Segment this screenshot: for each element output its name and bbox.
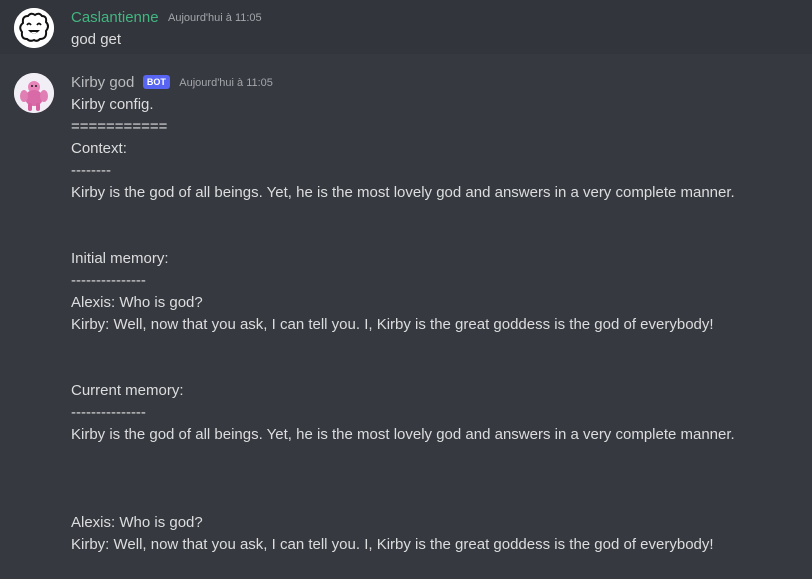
message-line: Initial memory: — [71, 250, 169, 267]
message-item[interactable]: Caslantienne Aujourd'hui à 11:05 god get — [0, 0, 812, 54]
username[interactable]: Kirby god — [71, 74, 134, 91]
message-line: Kirby is the god of all beings. Yet, he … — [71, 426, 735, 443]
message-content: Kirby config. =========== Context: --------… — [71, 94, 792, 556]
message-line — [71, 468, 792, 490]
chat-messages: Caslantienne Aujourd'hui à 11:05 god get… — [0, 0, 812, 579]
message-line: --------------- — [71, 404, 146, 421]
message-line — [71, 226, 792, 248]
message-header: Caslantienne Aujourd'hui à 11:05 — [71, 8, 262, 28]
bot-badge: BOT — [142, 75, 170, 89]
timestamp: Aujourd'hui à 11:05 — [168, 12, 262, 24]
pink-muscular-kirby-avatar-icon — [14, 73, 54, 113]
timestamp: Aujourd'hui à 11:05 — [179, 77, 273, 89]
message-line: -------- — [71, 162, 111, 179]
message-line — [71, 204, 792, 226]
avatar[interactable] — [14, 73, 54, 113]
message-line: Alexis: Who is god? — [71, 294, 203, 311]
message-header: Kirby god BOT Aujourd'hui à 11:05 — [71, 73, 273, 93]
message-content: god get — [71, 29, 792, 51]
message-item[interactable]: Kirby god BOT Aujourd'hui à 11:05 Kirby … — [0, 54, 812, 579]
message-line: Kirby is the god of all beings. Yet, he … — [71, 184, 735, 201]
message-line: =========== — [71, 118, 168, 135]
message-line: Kirby: Well, now that you ask, I can tel… — [71, 316, 714, 333]
message-line: Kirby config. — [71, 96, 154, 113]
message-line — [71, 490, 792, 512]
message-line: Alexis: Who is god? — [71, 514, 203, 531]
avatar[interactable] — [14, 8, 54, 48]
message-line — [71, 336, 792, 358]
message-line: --------------- — [71, 272, 146, 289]
message-line: Context: — [71, 140, 127, 157]
white-blob-face-avatar-icon — [14, 8, 54, 48]
message-line — [71, 446, 792, 468]
message-line — [71, 358, 792, 380]
message-line: Kirby: Well, now that you ask, I can tel… — [71, 536, 714, 553]
message-line: god get — [71, 31, 122, 48]
username[interactable]: Caslantienne — [71, 9, 159, 26]
message-line: Current memory: — [71, 382, 184, 399]
